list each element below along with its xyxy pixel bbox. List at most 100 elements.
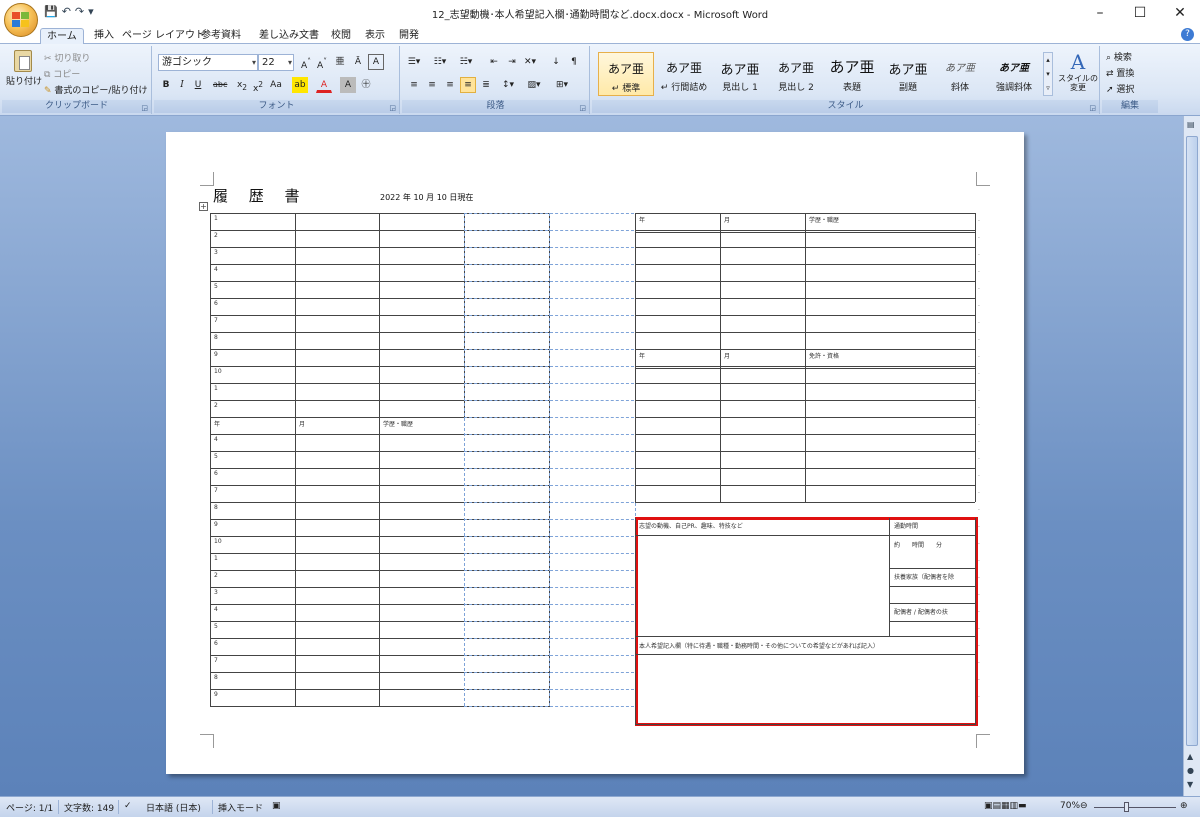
subscript-icon[interactable]: x2 xyxy=(234,77,250,93)
italic-icon[interactable]: I xyxy=(174,77,190,93)
corner-mark xyxy=(200,734,214,748)
left-row-number: 5 xyxy=(214,453,218,460)
language[interactable]: 日本語 (日本) xyxy=(146,801,201,814)
borders-icon[interactable]: ⊞▾ xyxy=(554,77,570,93)
increase-indent-icon[interactable]: ⇥ xyxy=(504,54,520,70)
show-marks-icon[interactable]: ¶ xyxy=(566,54,582,70)
style-subtitle[interactable]: あア亜 副題 xyxy=(880,52,936,96)
row-end-mark: · xyxy=(978,388,980,395)
copy-button[interactable]: ⧉ コピー xyxy=(44,67,80,80)
copy-icon: ⧉ xyxy=(44,70,54,80)
highlight-icon[interactable]: ab xyxy=(292,77,308,93)
line-spacing-icon[interactable]: ↕▾ xyxy=(500,77,516,93)
distributed-icon[interactable]: ≣ xyxy=(478,77,494,93)
minimize-button[interactable]: – xyxy=(1080,0,1120,26)
style-intense-emphasis[interactable]: あア亜 強調斜体 xyxy=(986,52,1042,96)
sort-icon[interactable]: ↓ xyxy=(548,54,564,70)
tab-mailings[interactable]: 差し込み文書 xyxy=(253,28,325,44)
shading-icon[interactable]: ▨▾ xyxy=(526,77,542,93)
select-button[interactable]: ➚ 選択 xyxy=(1106,82,1134,95)
clipboard-launcher-icon[interactable]: ◲ xyxy=(141,104,148,112)
align-left-icon[interactable]: ≡ xyxy=(406,77,422,93)
macro-record-icon[interactable]: ▣ xyxy=(272,801,281,811)
scroll-down-icon[interactable]: ▼ xyxy=(1187,780,1193,789)
bullets-icon[interactable]: ☰▾ xyxy=(406,54,422,70)
page-count[interactable]: ページ: 1/1 xyxy=(6,801,53,814)
justify-icon[interactable]: ≡ xyxy=(460,77,476,93)
table-gridline xyxy=(975,213,976,502)
shrink-font-icon[interactable]: A˅ xyxy=(314,54,330,71)
font-color-icon[interactable]: A xyxy=(316,77,332,93)
numbering-icon[interactable]: ☷▾ xyxy=(432,54,448,70)
tab-home[interactable]: ホーム xyxy=(40,28,84,44)
styles-launcher-icon[interactable]: ◲ xyxy=(1089,104,1096,112)
style-preview: あア亜 xyxy=(999,63,1029,74)
char-border-icon[interactable]: A xyxy=(368,54,384,70)
bold-icon[interactable]: B xyxy=(158,77,174,93)
left-row-number: 2 xyxy=(214,572,218,579)
find-button[interactable]: ⌕ 検索 xyxy=(1106,50,1132,63)
select-label: 選択 xyxy=(1116,85,1135,95)
replace-button[interactable]: ⇄ 置換 xyxy=(1106,66,1134,79)
font-name-dropdown-icon[interactable]: ▾ xyxy=(252,55,256,70)
tab-developer[interactable]: 開発 xyxy=(393,28,425,44)
phonetic-guide-icon[interactable]: 亜 xyxy=(332,54,348,70)
font-launcher-icon[interactable]: ◲ xyxy=(389,104,396,112)
row-end-mark: · xyxy=(978,490,980,497)
clear-formatting-icon[interactable]: Ā xyxy=(350,54,366,70)
paragraph-launcher-icon[interactable]: ◲ xyxy=(579,104,586,112)
close-button[interactable]: ✕ xyxy=(1160,0,1200,26)
insert-mode[interactable]: 挿入モード xyxy=(218,801,263,814)
multilevel-list-icon[interactable]: ☵▾ xyxy=(458,54,474,70)
zoom-level[interactable]: 70% xyxy=(1060,801,1080,811)
help-icon[interactable]: ? xyxy=(1181,28,1194,41)
table-gridline xyxy=(635,535,975,536)
asian-layout-icon[interactable]: ✕▾ xyxy=(522,54,538,70)
superscript-icon[interactable]: x2 xyxy=(250,77,266,94)
zoom-slider[interactable] xyxy=(1094,807,1176,808)
style-normal[interactable]: あア亜 ↵ 標準 xyxy=(598,52,654,96)
decrease-indent-icon[interactable]: ⇤ xyxy=(486,54,502,70)
table-gridline xyxy=(295,213,296,706)
scrollbar-thumb[interactable] xyxy=(1186,136,1198,746)
zoom-out-icon[interactable]: ⊖ xyxy=(1080,801,1088,811)
office-button[interactable] xyxy=(4,3,38,37)
font-name-combo[interactable]: 游ゴシック ▾ xyxy=(158,54,258,71)
maximize-button[interactable]: ☐ xyxy=(1120,0,1160,26)
style-heading-2[interactable]: あア亜 見出し 2 xyxy=(768,52,824,96)
tab-view[interactable]: 表示 xyxy=(359,28,391,44)
style-heading-1[interactable]: あア亜 見出し 1 xyxy=(712,52,768,96)
change-case-icon[interactable]: Aa xyxy=(268,77,284,93)
style-no-spacing[interactable]: あア亜 ↵ 行間詰め xyxy=(656,52,712,96)
vertical-scrollbar[interactable]: ▤ ▲ ● ▼ xyxy=(1183,116,1200,796)
word-count[interactable]: 文字数: 149 xyxy=(64,801,114,814)
proofing-icon[interactable]: ✓ xyxy=(124,801,132,811)
copy-label: コピー xyxy=(53,70,81,80)
browse-object-icon[interactable]: ● xyxy=(1187,766,1194,775)
zoom-slider-thumb[interactable] xyxy=(1124,802,1129,812)
font-size-combo[interactable]: 22 ▾ xyxy=(258,54,294,71)
view-buttons-icon[interactable]: ▣▤▦▥▬ xyxy=(984,801,1027,811)
format-painter-button[interactable]: ✎ 書式のコピー/貼り付け xyxy=(44,83,147,96)
paste-button[interactable]: 貼り付け xyxy=(6,50,42,87)
font-size-dropdown-icon[interactable]: ▾ xyxy=(288,55,292,70)
align-right-icon[interactable]: ≡ xyxy=(442,77,458,93)
styles-scroll-icon[interactable]: ▴ ▾ ▿ xyxy=(1043,52,1053,96)
char-shading-icon[interactable]: A xyxy=(340,77,356,93)
ruler-toggle-icon[interactable]: ▤ xyxy=(1187,120,1195,129)
grow-font-icon[interactable]: A˄ xyxy=(298,54,314,71)
table-move-handle-icon[interactable]: + xyxy=(199,202,208,211)
change-styles-button[interactable]: A スタイルの変更 xyxy=(1058,50,1098,92)
align-center-icon[interactable]: ≡ xyxy=(424,77,440,93)
tab-references[interactable]: 参考資料 xyxy=(195,28,247,44)
style-title[interactable]: あア亜 表題 xyxy=(820,52,884,96)
scroll-up-icon[interactable]: ▲ xyxy=(1187,752,1193,761)
zoom-in-icon[interactable]: ⊕ xyxy=(1180,801,1188,811)
underline-icon[interactable]: U xyxy=(190,77,206,93)
enclose-char-icon[interactable]: ㊉ xyxy=(358,77,374,93)
style-emphasis[interactable]: あア亜 斜体 xyxy=(932,52,988,96)
cut-button[interactable]: ✂ 切り取り xyxy=(44,51,90,64)
document-page[interactable]: 履 歴 書 2022 年 10 月 10 日現在 + 志望の動機、自己PR、趣味… xyxy=(166,132,1024,774)
strikethrough-icon[interactable]: abc xyxy=(212,77,228,93)
tab-review[interactable]: 校閲 xyxy=(325,28,357,44)
